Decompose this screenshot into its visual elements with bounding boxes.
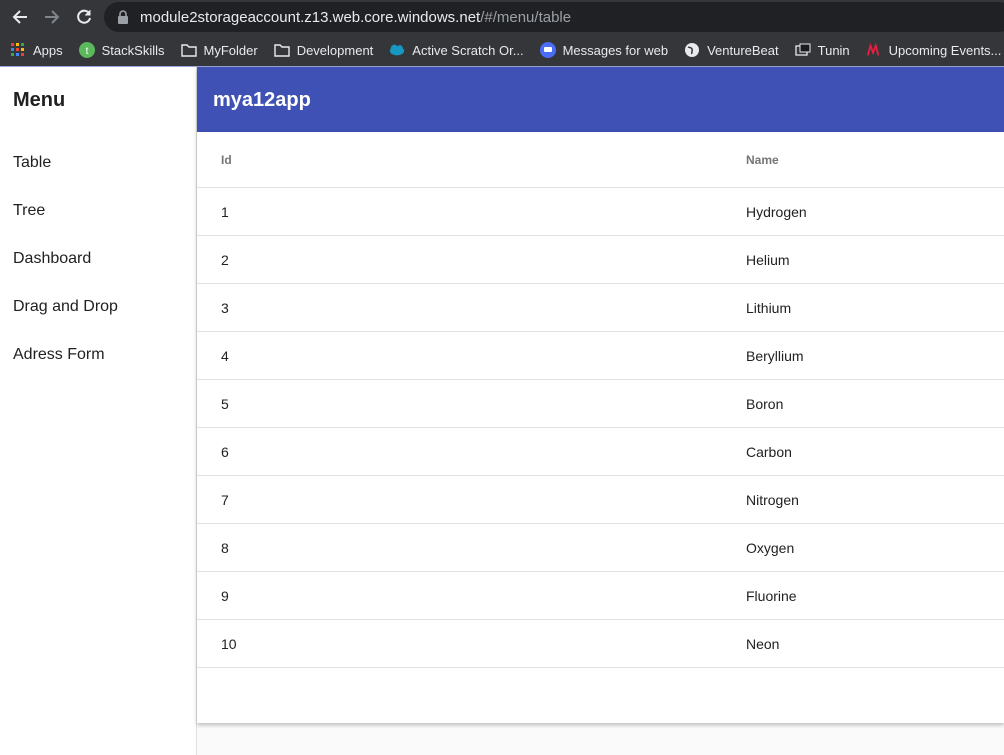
cell-name: Nitrogen (746, 492, 799, 508)
url-host: module2storageaccount.z13.web.core.windo… (140, 8, 481, 26)
browser-toolbar: module2storageaccount.z13.web.core.windo… (0, 0, 1004, 34)
cell-id: 3 (221, 300, 229, 316)
reload-icon (77, 9, 91, 24)
cell-name: Fluorine (746, 588, 797, 604)
forward-button[interactable] (38, 3, 66, 31)
bookmark-label: Tunin (817, 42, 850, 58)
table-row[interactable]: 2 Helium (197, 236, 1004, 284)
data-table: Id Name 1 Hydrogen 2 Helium 3 Lithium 4 … (197, 132, 1004, 723)
bookmark-stackskills[interactable]: t StackSkills (78, 42, 165, 58)
bookmark-messages[interactable]: Messages for web (539, 42, 669, 58)
reload-button[interactable] (70, 3, 98, 31)
cell-name: Beryllium (746, 348, 804, 364)
back-button[interactable] (6, 3, 34, 31)
sidebar-item-drag-and-drop[interactable]: Drag and Drop (13, 295, 118, 319)
cell-name: Neon (746, 636, 780, 652)
sidebar-item-table[interactable]: Table (13, 151, 51, 175)
bookmark-label: VentureBeat (707, 42, 779, 58)
cell-name: Helium (746, 252, 790, 268)
cell-id: 9 (221, 588, 229, 604)
table-row[interactable]: 6 Carbon (197, 428, 1004, 476)
bookmark-active-scratch[interactable]: Active Scratch Or... (389, 42, 524, 58)
bookmark-tunin[interactable]: Tunin (794, 42, 850, 58)
address-bar[interactable]: module2storageaccount.z13.web.core.windo… (104, 2, 1004, 32)
app-toolbar: mya12app (197, 67, 1004, 132)
table-row[interactable]: 8 Oxygen (197, 524, 1004, 572)
folder-icon (273, 42, 290, 58)
cell-id: 4 (221, 348, 229, 364)
sidebar-title: Menu (13, 89, 66, 111)
sidebar-item-dashboard[interactable]: Dashboard (13, 247, 91, 271)
cell-id: 2 (221, 252, 229, 268)
column-header-id[interactable]: Id (221, 153, 232, 167)
bookmarks-bar: Apps t StackSkills MyFolder Development … (0, 34, 1004, 66)
forward-arrow-icon (45, 10, 60, 24)
tunein-icon (794, 42, 811, 58)
cell-id: 8 (221, 540, 229, 556)
bookmark-label: Development (296, 42, 374, 58)
bookmark-upcoming-events[interactable]: Upcoming Events... (866, 42, 1002, 58)
bookmark-label: Apps (33, 42, 63, 58)
sidebar: Menu Table Tree Dashboard Drag and Drop … (0, 67, 197, 755)
back-arrow-icon (12, 10, 27, 24)
bookmark-myfolder[interactable]: MyFolder (180, 42, 258, 58)
bookmark-label: Active Scratch Or... (412, 42, 524, 58)
folder-icon (180, 42, 197, 58)
svg-text:t: t (85, 46, 88, 57)
cell-id: 5 (221, 396, 229, 412)
table-row[interactable]: 1 Hydrogen (197, 188, 1004, 236)
table-row[interactable]: 7 Nitrogen (197, 476, 1004, 524)
messages-icon (539, 42, 556, 58)
cell-name: Lithium (746, 300, 792, 316)
table-row[interactable]: 3 Lithium (197, 284, 1004, 332)
bookmark-development[interactable]: Development (273, 42, 374, 58)
cell-name: Boron (746, 396, 784, 412)
globe-icon (684, 42, 700, 58)
bookmark-label: Upcoming Events... (888, 42, 1002, 58)
table-row[interactable]: 5 Boron (197, 380, 1004, 428)
lock-icon (118, 10, 128, 24)
meetup-icon (866, 42, 882, 58)
table-row[interactable]: 4 Beryllium (197, 332, 1004, 380)
sidebar-item-tree[interactable]: Tree (13, 199, 45, 223)
cell-id: 1 (221, 204, 229, 220)
salesforce-cloud-icon (389, 42, 405, 58)
stackskills-icon: t (78, 42, 95, 58)
bookmark-label: Messages for web (562, 42, 669, 58)
table-row[interactable]: 10 Neon (197, 620, 1004, 668)
bookmark-label: StackSkills (101, 42, 165, 58)
app-title: mya12app (213, 89, 311, 111)
bookmark-label: MyFolder (203, 42, 258, 58)
cell-name: Hydrogen (746, 204, 807, 220)
bookmark-apps[interactable]: Apps (10, 42, 63, 58)
bookmark-venturebeat[interactable]: VentureBeat (684, 42, 779, 58)
cell-id: 10 (221, 636, 237, 652)
column-header-name[interactable]: Name (746, 153, 779, 167)
table-row[interactable]: 9 Fluorine (197, 572, 1004, 620)
sidebar-item-adress-form[interactable]: Adress Form (13, 343, 105, 367)
cell-name: Carbon (746, 444, 792, 460)
cell-id: 7 (221, 492, 229, 508)
apps-grid-icon (10, 42, 26, 58)
url-path: /#/menu/table (480, 8, 572, 26)
cell-name: Oxygen (746, 540, 795, 556)
table-header-row: Id Name (197, 132, 1004, 188)
cell-id: 6 (221, 444, 229, 460)
